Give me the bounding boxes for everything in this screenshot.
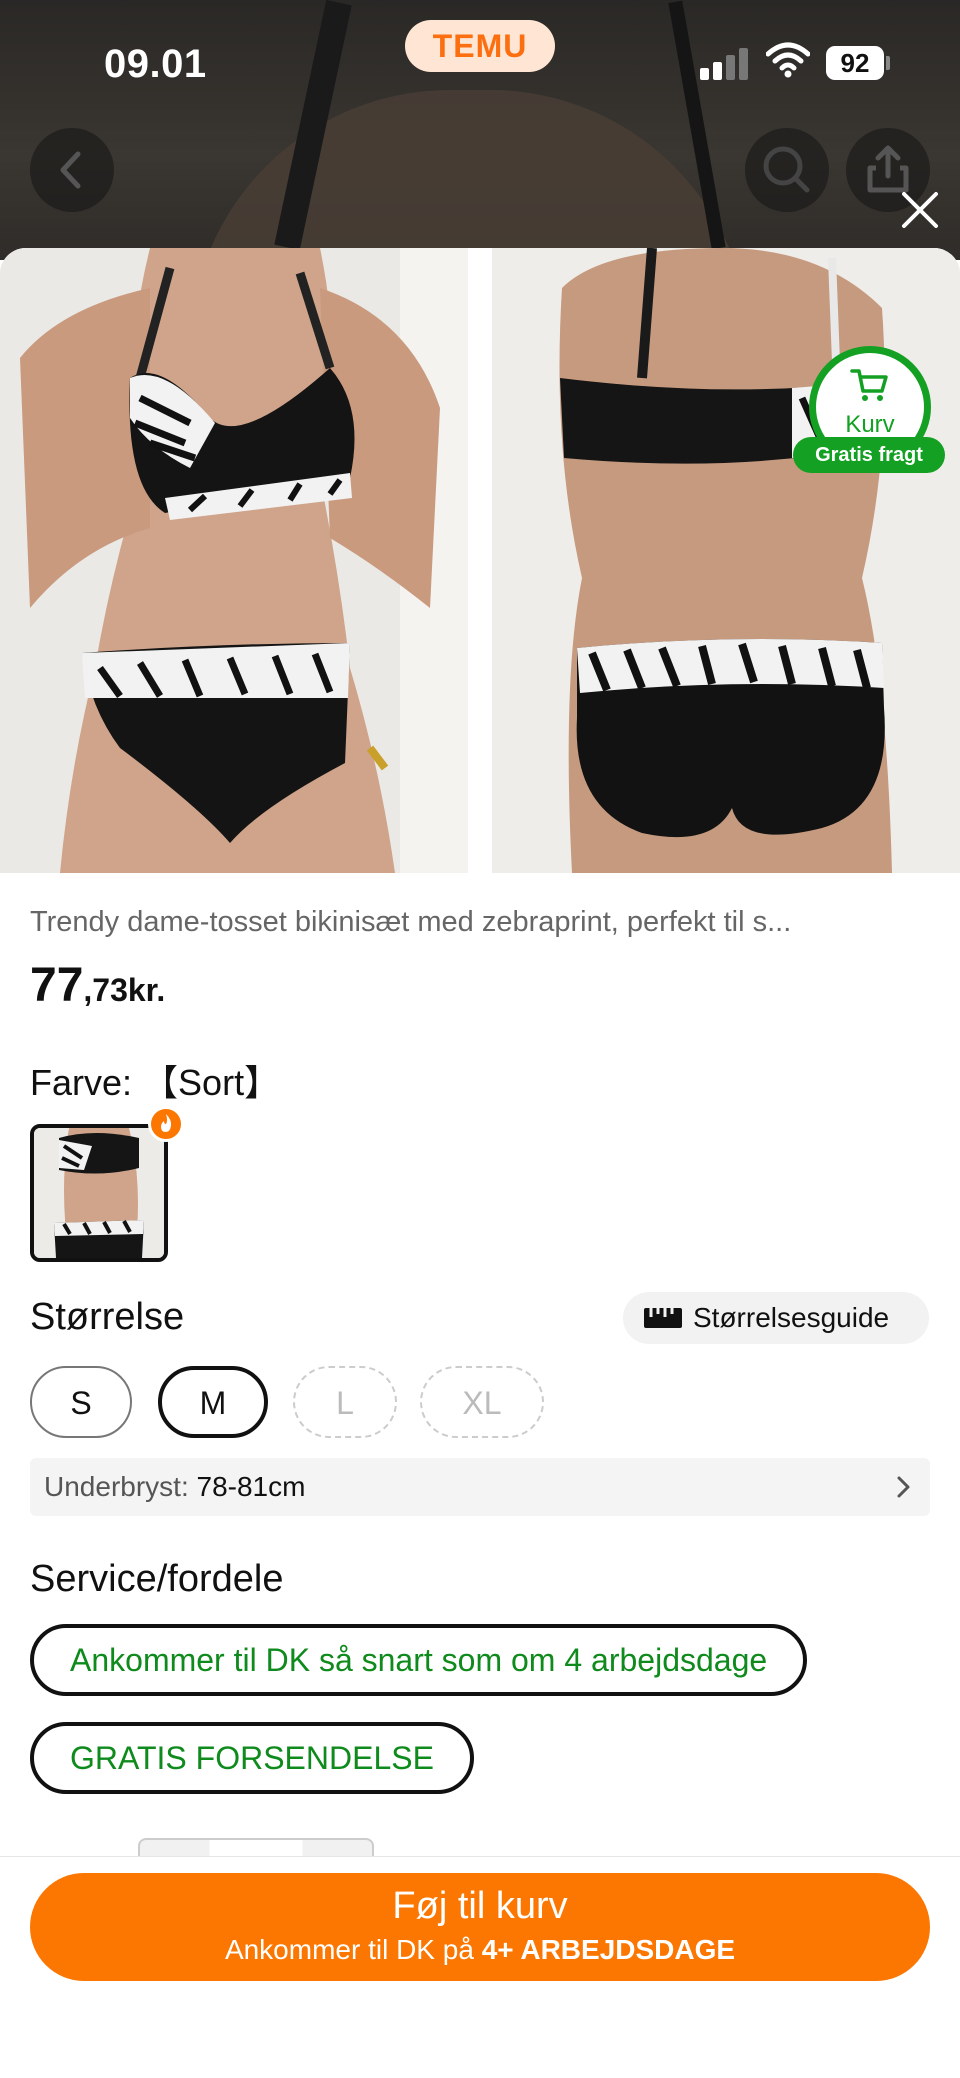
wifi-icon — [766, 42, 810, 78]
product-gallery[interactable] — [0, 248, 960, 873]
size-option-s[interactable]: S — [30, 1366, 132, 1438]
battery-indicator: 92 — [826, 46, 884, 80]
price-rest: ,73kr. — [83, 972, 166, 1008]
product-image-back[interactable] — [492, 248, 960, 873]
battery-tip — [886, 56, 890, 70]
delivery-estimate-badge: Ankommer til DK så snart som om 4 arbejd… — [30, 1624, 808, 1696]
swatch-thumbnail — [34, 1128, 164, 1258]
add-to-cart-button[interactable]: Føj til kurv Ankommer til DK på 4+ ARBEJ… — [30, 1873, 930, 1981]
underbust-info[interactable]: Underbryst: 78-81cm — [30, 1458, 930, 1516]
size-guide-label: Størrelsesguide — [693, 1302, 890, 1333]
close-icon[interactable] — [898, 188, 942, 232]
ruler-icon — [644, 1308, 682, 1328]
fire-icon — [161, 1114, 172, 1132]
size-label: Størrelse — [30, 1296, 185, 1338]
service-label: Service/fordele — [30, 1558, 284, 1600]
add-to-cart-subtitle: Ankommer til DK på 4+ ARBEJDSDAGE — [30, 1934, 930, 1966]
size-option-l[interactable]: L — [293, 1366, 397, 1438]
size-option-m[interactable]: M — [158, 1366, 268, 1438]
delivery-prefix: Ankommer til DK på — [224, 1934, 482, 1965]
color-label-text: Farve: — [30, 1062, 133, 1103]
product-title[interactable]: Trendy dame-tosset bikinisæt med zebrapr… — [30, 906, 930, 939]
search-button[interactable] — [745, 128, 829, 212]
front-bikini-illustration — [0, 248, 468, 873]
free-delivery-badge: GRATIS FORSENDELSE — [30, 1722, 474, 1794]
hot-badge — [148, 1106, 184, 1142]
add-to-cart-label: Føj til kurv — [392, 1885, 568, 1927]
bottom-action-bar: Føj til kurv Ankommer til DK på 4+ ARBEJ… — [0, 1856, 960, 2078]
chevron-left-icon — [60, 151, 81, 189]
size-option-xl[interactable]: XL — [420, 1366, 544, 1438]
free-shipping-badge: Gratis fragt — [793, 437, 945, 473]
delivery-days: 4+ ARBEJDSDAGE — [481, 1934, 736, 1965]
product-image-front[interactable] — [0, 248, 468, 873]
price-main: 77 — [30, 959, 84, 1012]
cart-icon — [850, 369, 888, 401]
back-button[interactable] — [30, 128, 114, 212]
back-bikini-illustration — [492, 248, 960, 873]
temu-logo: TEMU — [405, 20, 555, 72]
underbust-label: Underbryst: — [44, 1471, 189, 1502]
product-price: 77,73kr. — [30, 958, 165, 1013]
product-sheet: Kurv Gratis fragt Trendy dame-tosset bik… — [0, 248, 960, 2078]
signal-icon — [700, 44, 750, 80]
chevron-right-icon — [897, 1476, 910, 1498]
size-guide-button[interactable]: Størrelsesguide — [623, 1292, 929, 1344]
search-icon — [763, 146, 810, 193]
color-value: 【Sort】 — [142, 1062, 281, 1103]
color-swatch-black[interactable] — [30, 1124, 168, 1262]
color-label: Farve: 【Sort】 — [30, 1054, 280, 1106]
underbust-value: 78-81cm — [196, 1471, 306, 1502]
status-time: 09.01 — [104, 42, 207, 86]
cart-label: Kurv — [845, 411, 895, 438]
